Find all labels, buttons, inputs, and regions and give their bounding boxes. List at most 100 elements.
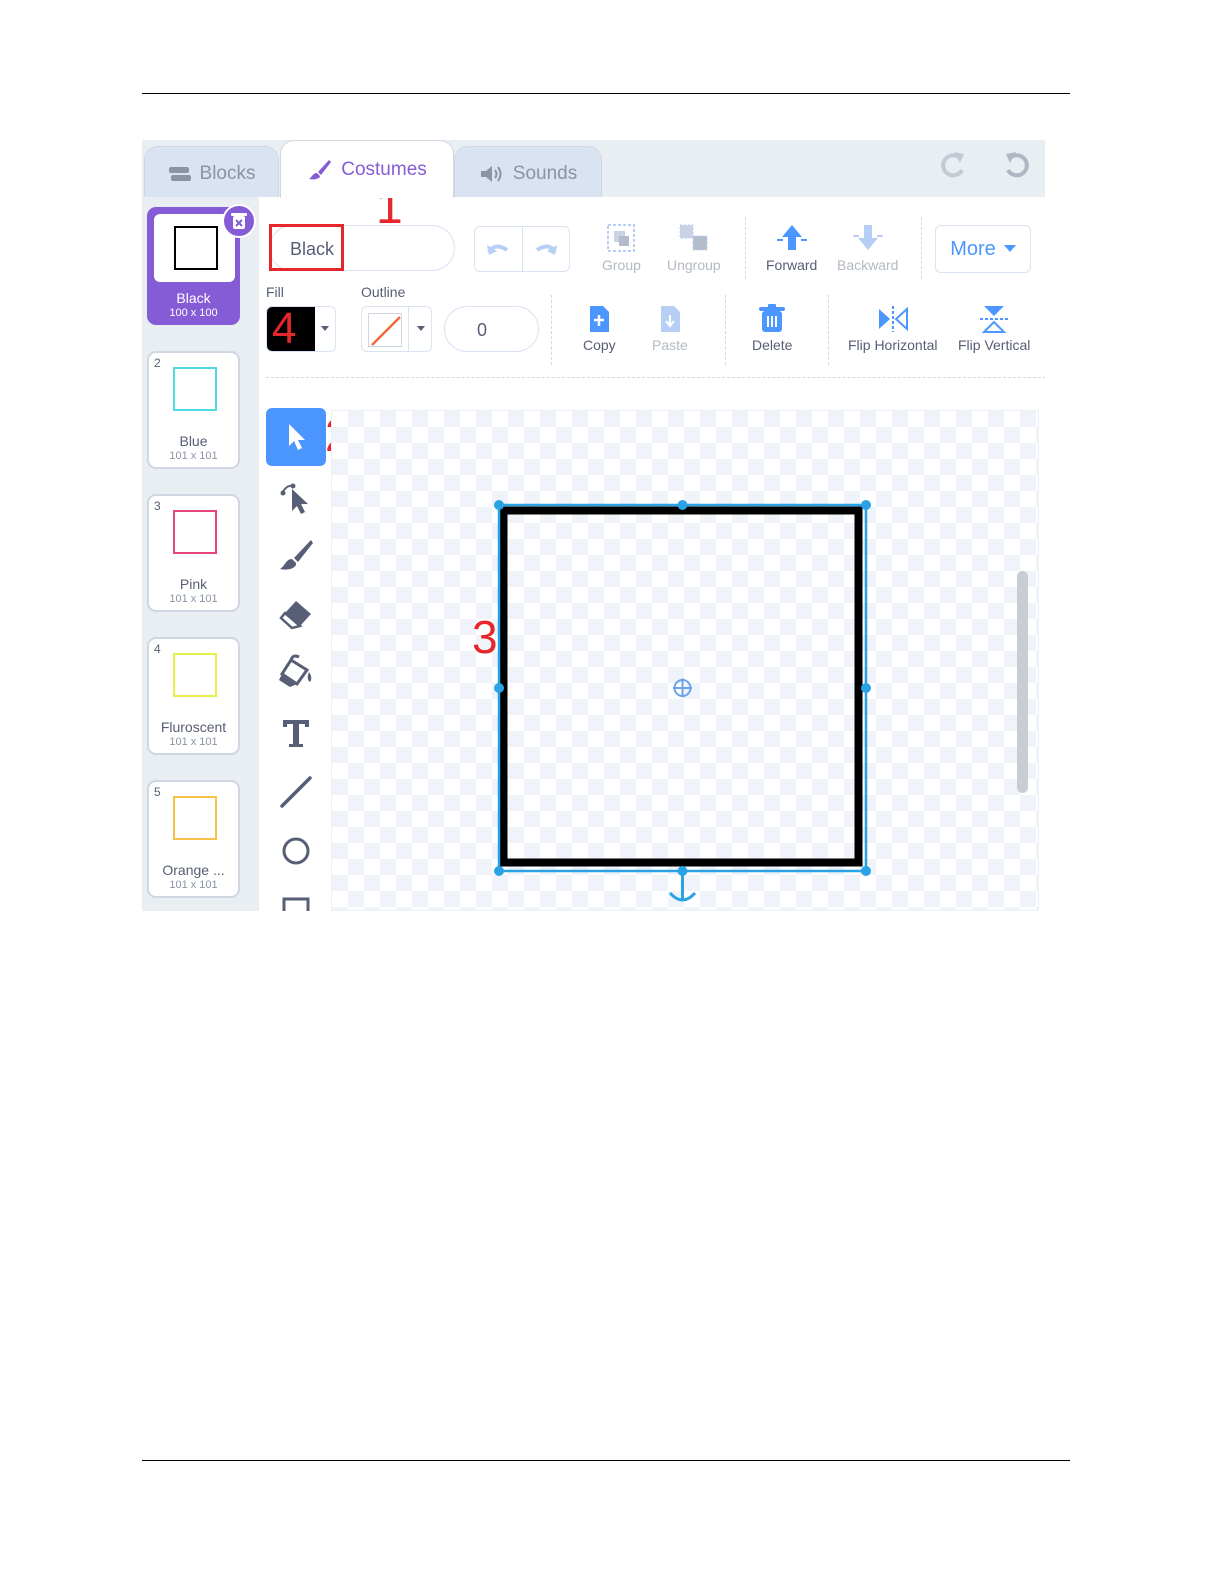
eraser-tool[interactable] (266, 585, 326, 643)
flip-vertical-icon (980, 306, 1009, 333)
swatch-divider (408, 307, 409, 351)
arrow-pointer-icon (289, 424, 305, 450)
brush-tool[interactable] (266, 526, 326, 584)
scratch-editor-screenshot: Blocks Costumes Sounds 1 Black 100 x 100… (142, 140, 1045, 911)
trash-icon (231, 213, 247, 229)
outline-label: Outline (361, 284, 406, 300)
annotation-3: 3 (472, 611, 498, 663)
delete-label: Delete (752, 337, 793, 353)
outline-width-input[interactable]: 0 (444, 306, 539, 352)
line-tool[interactable] (266, 763, 326, 821)
footer-rule (142, 1460, 1070, 1461)
paste-label: Paste (652, 337, 688, 353)
backward-label: Backward (837, 257, 899, 273)
no-color-swatch (368, 313, 402, 347)
vertical-scrollbar[interactable] (1017, 571, 1028, 793)
reshape-icon (280, 483, 308, 514)
brush-icon (280, 540, 313, 570)
costume-thumb-square (173, 510, 217, 554)
caret-down-icon (417, 326, 425, 331)
delete-costume-button[interactable] (222, 204, 256, 238)
costume-number: 3 (154, 499, 161, 513)
select-tool[interactable] (266, 408, 326, 466)
delete-button[interactable]: Delete (752, 304, 792, 353)
trash-icon (759, 304, 786, 332)
fill-tool[interactable] (266, 642, 326, 700)
group-icon (607, 224, 636, 252)
toolbar-bottom-divider (266, 377, 1045, 378)
annotation-box (269, 224, 344, 271)
costume-item-1[interactable]: 1 Black 100 x 100 (147, 204, 256, 325)
rectangle-icon (282, 897, 310, 911)
costume-number: 2 (154, 356, 161, 370)
redo-arrow-icon[interactable] (936, 148, 970, 182)
costume-name: Pink (179, 576, 208, 592)
forward-icon (776, 225, 807, 250)
toolbar-divider (921, 217, 922, 279)
costume-size: 101 x 101 (169, 736, 218, 748)
costume-size: 101 x 101 (169, 879, 218, 891)
paint-bucket-icon (279, 654, 312, 687)
costume-thumb-square (174, 226, 218, 270)
tab-blocks-label: Blocks (199, 162, 256, 184)
costume-size: 101 x 101 (169, 450, 218, 462)
toolbar-divider (828, 295, 829, 365)
costume-size: 100 x 100 (169, 307, 218, 319)
ungroup-button[interactable]: Ungroup (667, 222, 721, 273)
toolbar-divider (725, 295, 726, 365)
costume-item-2[interactable]: 2 Blue 101 x 101 (147, 351, 240, 469)
group-button[interactable]: Group (602, 222, 641, 273)
costume-item-5[interactable]: 5 Orange ... 101 x 101 (147, 780, 240, 898)
text-tool[interactable] (266, 704, 326, 762)
costume-item-3[interactable]: 3 Pink 101 x 101 (147, 494, 240, 612)
drawing-canvas[interactable] (331, 410, 1039, 911)
speaker-icon (480, 165, 502, 182)
eraser-icon (279, 601, 311, 630)
copy-button[interactable]: Copy (583, 304, 616, 353)
copy-icon (590, 306, 610, 332)
costume-thumb-square (173, 796, 217, 840)
ungroup-label: Ungroup (667, 257, 721, 273)
backward-button[interactable]: Backward (837, 222, 898, 273)
backward-icon (852, 225, 883, 250)
ungroup-icon (679, 224, 708, 251)
blocks-icon (168, 166, 191, 181)
costume-name: Blue (179, 433, 208, 449)
redo-button[interactable] (521, 227, 570, 271)
tab-sounds-label: Sounds (512, 162, 578, 184)
rectangle-tool[interactable] (266, 882, 326, 911)
costume-thumb-square (173, 653, 217, 697)
more-button[interactable]: More (935, 225, 1031, 273)
costume-name: Black (176, 290, 211, 306)
tab-bar: Blocks Costumes Sounds (142, 140, 1045, 200)
tab-costumes[interactable]: Costumes (280, 140, 454, 198)
fill-label: Fill (266, 284, 284, 300)
copy-label: Copy (583, 337, 616, 353)
line-icon (280, 776, 312, 808)
flip-vertical-label: Flip Vertical (958, 337, 1031, 353)
tab-blocks[interactable]: Blocks (144, 146, 279, 200)
circle-icon (282, 837, 310, 865)
tool-palette (259, 402, 331, 911)
flip-horizontal-icon (878, 306, 908, 332)
paint-editor: Black 1 Group Ungroup Forward Backward M… (259, 184, 1045, 911)
costume-item-4[interactable]: 4 Fluroscent 101 x 101 (147, 637, 240, 755)
forward-button[interactable]: Forward (766, 222, 817, 273)
paste-button[interactable]: Paste (652, 304, 688, 353)
reshape-tool[interactable] (266, 469, 326, 527)
tab-sounds[interactable]: Sounds (454, 146, 602, 200)
selected-square-shape[interactable] (332, 411, 1038, 910)
flip-horizontal-button[interactable]: Flip Horizontal (848, 304, 937, 353)
redo-icon (535, 244, 557, 255)
undo-arrow-icon[interactable] (1000, 148, 1034, 182)
costume-size: 101 x 101 (169, 593, 218, 605)
toolbar-divider (551, 295, 552, 365)
undo-button[interactable] (475, 227, 522, 271)
circle-tool[interactable] (266, 822, 326, 880)
costume-number: 5 (154, 785, 161, 799)
flip-vertical-button[interactable]: Flip Vertical (958, 304, 1030, 353)
outline-color-picker[interactable] (361, 306, 432, 352)
undo-icon (487, 244, 509, 255)
group-label: Group (602, 257, 641, 273)
toolbar-divider (745, 217, 746, 279)
